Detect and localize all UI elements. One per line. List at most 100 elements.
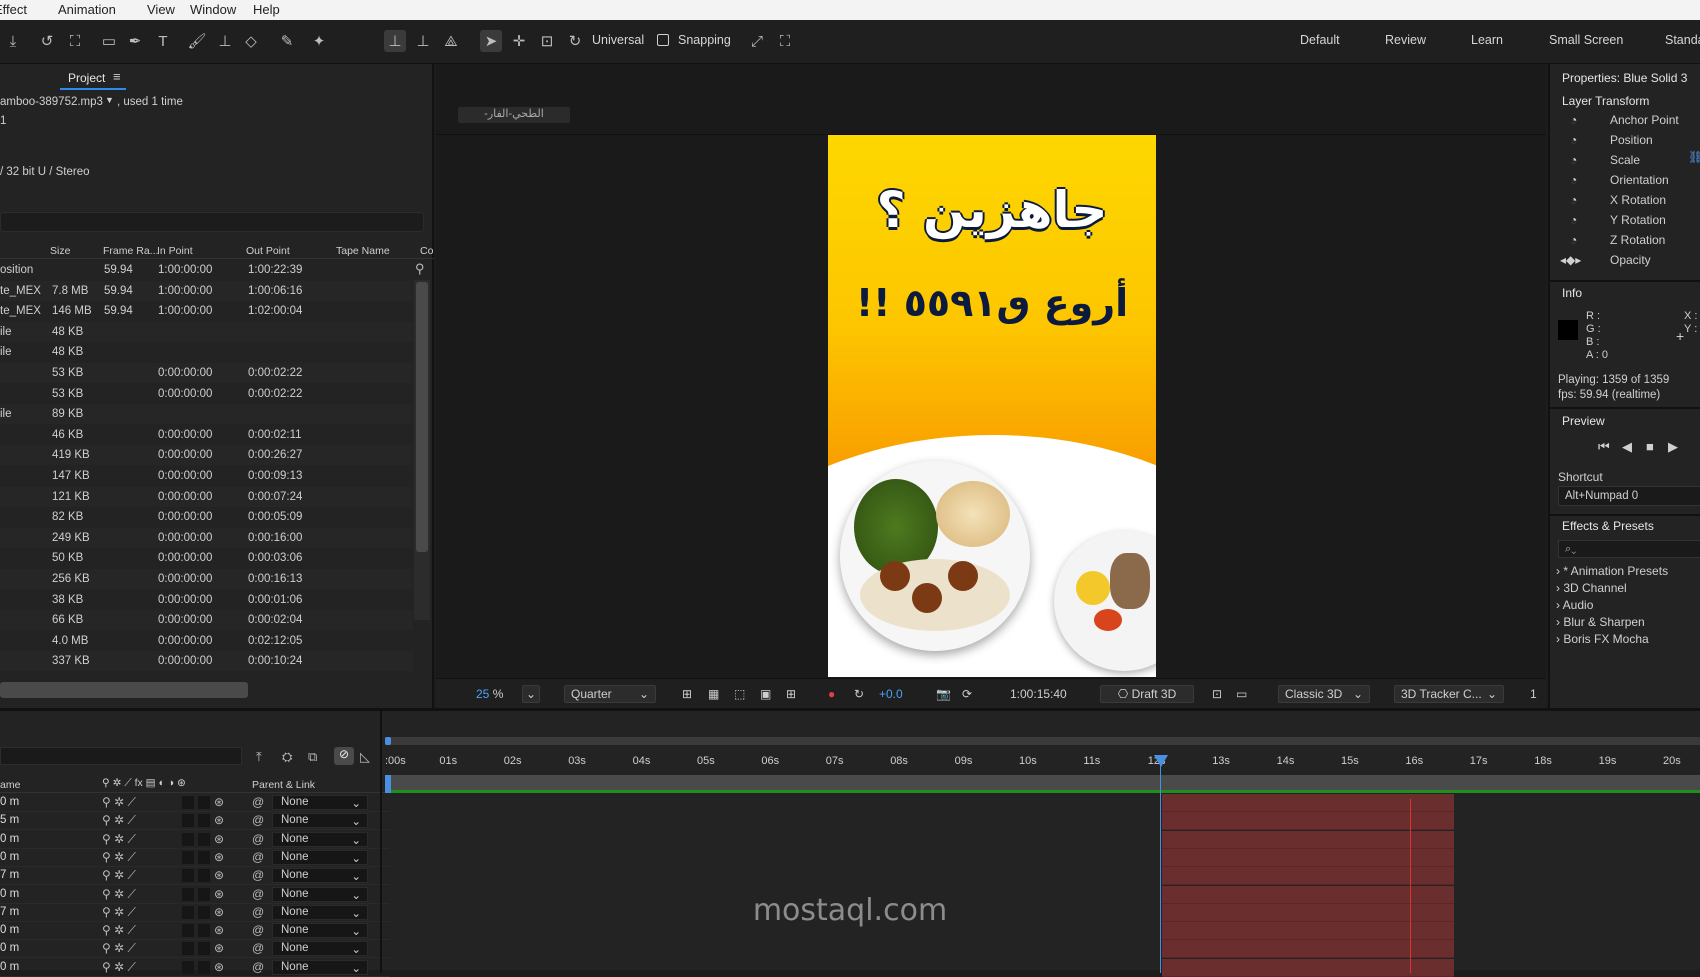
roto-brush-icon[interactable]: ✎ [276, 30, 298, 52]
layer-switch-box[interactable] [182, 960, 194, 974]
rotate-tool-icon[interactable]: ↺ [36, 30, 58, 52]
3d-layer-icon[interactable]: ⊛ [214, 795, 224, 809]
layer-switches-icon[interactable]: ⚲ ✲ ⟋ [102, 832, 136, 847]
project-hscrollbar[interactable] [0, 682, 248, 698]
layer-switch-box[interactable] [182, 887, 194, 901]
3d-view-icon[interactable]: ⊡ [1212, 685, 1222, 703]
effects-category[interactable]: › Boris FX Mocha [1556, 632, 1649, 646]
stopwatch-icon[interactable]: ◔ [1570, 193, 1577, 207]
camera-tool-icon[interactable]: ⛶ [64, 30, 86, 52]
view-axis-icon[interactable]: ⟁ [440, 30, 462, 52]
layer-switch-box[interactable] [198, 850, 210, 864]
renderer-select[interactable]: Classic 3D ⌄ [1278, 685, 1370, 703]
frame-blending-icon[interactable]: ⊘ [334, 747, 354, 765]
workspace-default[interactable]: Default [1300, 33, 1340, 47]
layer-row[interactable]: 0 m ⚲ ✲ ⟋ ⊛ @ None ⌄ [0, 794, 390, 812]
project-item-row[interactable]: 419 KB 0:00:00:00 0:00:26:27 [0, 445, 413, 466]
property-z-rotation[interactable]: Z Rotation [1610, 233, 1665, 247]
panel-menu-icon[interactable]: ≡ [113, 69, 121, 84]
stopwatch-icon[interactable]: ◔ [1570, 233, 1577, 247]
project-item-row[interactable]: 82 KB 0:00:00:00 0:00:05:09 [0, 507, 413, 527]
pick-whip-icon[interactable]: @ [252, 941, 264, 955]
layer-switch-box[interactable] [182, 832, 194, 846]
layer-switch-box[interactable] [198, 887, 210, 901]
link-icon[interactable]: ⛓ [1688, 150, 1700, 164]
grid-guides-icon[interactable]: ⊞ [786, 685, 796, 703]
project-item-row[interactable]: 53 KB 0:00:00:00 0:00:02:22 [0, 363, 413, 383]
parent-select[interactable]: None ⌄ [272, 868, 368, 884]
color-management-icon[interactable]: ↻ [854, 685, 864, 703]
3d-layer-icon[interactable]: ⊛ [214, 813, 224, 827]
layer-row[interactable]: 0 m ⚲ ✲ ⟋ ⊛ @ None ⌄ [0, 849, 390, 867]
draft-3d-toggle-icon[interactable]: ⛭ [282, 749, 292, 765]
pick-whip-icon[interactable]: @ [252, 887, 264, 901]
exposure-value[interactable]: +0.0 [879, 685, 903, 703]
layer-switch-box[interactable] [182, 869, 194, 883]
layer-switch-box[interactable] [198, 924, 210, 938]
effects-category[interactable]: › 3D Channel [1556, 581, 1627, 595]
transparency-grid-icon[interactable]: ▦ [708, 685, 719, 703]
pick-whip-icon[interactable]: @ [252, 832, 264, 846]
parent-select[interactable]: None ⌄ [272, 904, 368, 920]
pick-whip-icon[interactable]: @ [252, 923, 264, 937]
snapshot-icon[interactable]: 📷 [936, 685, 951, 703]
panel-splitter[interactable] [380, 711, 382, 973]
current-time[interactable]: 1:00:15:40 [1010, 685, 1067, 703]
project-item-row[interactable]: 53 KB 0:00:00:00 0:00:02:22 [0, 384, 413, 404]
fast-preview-icon[interactable]: ⊞ [682, 685, 692, 703]
property-y-rotation[interactable]: Y Rotation [1610, 213, 1666, 227]
type-tool-icon[interactable]: T [152, 30, 174, 52]
3d-layer-icon[interactable]: ⊛ [214, 905, 224, 919]
menu-item-view[interactable]: View [147, 2, 175, 17]
channel-icon[interactable]: ● [828, 685, 835, 703]
project-item-row[interactable]: te_MEX 7.8 MB 59.94 1:00:00:00 1:00:06:16 [0, 280, 413, 301]
col-size[interactable]: Size [50, 245, 70, 257]
mask-visibility-icon[interactable]: ⬚ [734, 685, 745, 703]
project-item-row[interactable]: 46 KB 0:00:00:00 0:00:02:11 [0, 425, 413, 445]
layer-switches-icon[interactable]: ⚲ ✲ ⟋ [102, 813, 136, 828]
work-area-bar[interactable] [385, 775, 1700, 791]
col-in-point[interactable]: In Point [157, 245, 193, 257]
layer-row[interactable]: 0 m ⚲ ✲ ⟋ ⊛ @ None ⌄ [0, 831, 390, 849]
property-anchor-point[interactable]: Anchor Point [1610, 113, 1679, 127]
pan-behind-icon[interactable]: ⤓ [2, 30, 24, 52]
3d-layer-icon[interactable]: ⊛ [214, 923, 224, 937]
comp-canvas[interactable]: جاهزين ؟ !! أروع ٯ٥٥٩١ [828, 135, 1156, 677]
workspace-review[interactable]: Review [1385, 33, 1426, 47]
layer-switches-icon[interactable]: ⚲ ✲ ⟋ [102, 923, 136, 938]
stopwatch-icon[interactable]: ◔ [1570, 173, 1577, 187]
playhead-line[interactable] [1160, 755, 1161, 973]
menu-item-help[interactable]: Help [253, 2, 280, 17]
pick-whip-icon[interactable]: @ [252, 905, 264, 919]
move-tool-icon[interactable]: ✛ [508, 30, 530, 52]
project-scrollbar[interactable] [414, 280, 430, 620]
project-search-input[interactable] [0, 212, 424, 232]
resolution-select[interactable]: Quarter ⌄ [564, 685, 656, 703]
draft-3d-button[interactable]: ⎔ Draft 3D [1100, 685, 1194, 703]
layer-switches-icon[interactable]: ⚲ ✲ ⟋ [102, 941, 136, 956]
col-parent-link[interactable]: Parent & Link [252, 779, 315, 791]
extended-viewer-icon[interactable]: ▭ [1236, 685, 1247, 703]
zoom-dropdown[interactable]: ⌄ [522, 685, 540, 703]
menu-item-effect[interactable]: Effect [0, 2, 27, 17]
snap-features-icon[interactable]: ⛶ [774, 30, 796, 52]
pick-whip-icon[interactable]: @ [252, 960, 264, 974]
menu-item-animation[interactable]: Animation [58, 2, 116, 17]
region-of-interest-icon[interactable]: ▣ [760, 685, 771, 703]
layer-switch-box[interactable] [182, 850, 194, 864]
parent-select[interactable]: None ⌄ [272, 849, 368, 865]
project-item-row[interactable]: te_MEX 146 MB 59.94 1:00:00:00 1:02:00:04 [0, 301, 413, 321]
parent-select[interactable]: None ⌄ [272, 941, 368, 957]
chevron-down-icon[interactable]: ▼ [105, 95, 114, 105]
layer-switch-box[interactable] [182, 814, 194, 828]
property-scale[interactable]: Scale [1610, 153, 1640, 167]
parent-select[interactable]: None ⌄ [272, 813, 368, 829]
eraser-tool-icon[interactable]: ◇ [240, 30, 262, 52]
next-frame-icon[interactable]: ▶︎ [1668, 439, 1678, 455]
transform-tool-icon[interactable]: ⊡ [536, 30, 558, 52]
project-item-row[interactable]: osition 59.94 1:00:00:00 1:00:22:39 [0, 260, 413, 280]
selection-tool-icon[interactable]: ➤ [480, 30, 502, 52]
layer-switch-box[interactable] [182, 942, 194, 956]
3d-layer-icon[interactable]: ⊛ [214, 832, 224, 846]
layer-switch-box[interactable] [182, 924, 194, 938]
